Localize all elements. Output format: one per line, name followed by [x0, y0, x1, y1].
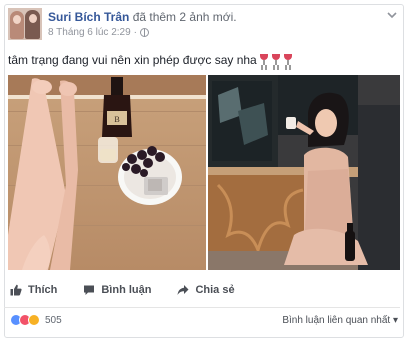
share-button[interactable]: Chia sẻ	[177, 284, 235, 296]
avatar[interactable]	[8, 8, 42, 40]
chevron-down-icon[interactable]	[386, 10, 398, 20]
wine-glass-icon	[271, 54, 281, 66]
share-label: Chia sẻ	[195, 284, 235, 296]
comment-button[interactable]: Bình luận	[83, 284, 151, 296]
share-icon	[177, 285, 189, 295]
post-photo-1[interactable]: B	[8, 75, 206, 270]
divider	[4, 307, 400, 308]
wow-reaction-icon	[28, 314, 40, 326]
wine-glass-icon	[259, 54, 269, 66]
comment-sort-dropdown[interactable]: Bình luận liên quan nhất ▾	[282, 315, 398, 326]
svg-text:B: B	[114, 115, 119, 124]
post-timestamp[interactable]: 8 Tháng 6 lúc 2:29	[48, 27, 131, 38]
like-label: Thích	[28, 284, 58, 296]
caret-down-icon: ▾	[392, 315, 398, 326]
comment-icon	[84, 285, 95, 295]
post-action-text: đã thêm 2 ảnh mới.	[129, 10, 237, 24]
post-actions: Thích Bình luận Chia sẻ	[10, 284, 261, 296]
post-header: Suri Bích Trân đã thêm 2 ảnh mới.	[48, 10, 237, 24]
post-photo-2[interactable]	[208, 75, 400, 270]
reaction-summary[interactable]: 505	[10, 314, 62, 326]
like-button[interactable]: Thích	[10, 284, 57, 296]
globe-icon[interactable]	[140, 28, 149, 37]
author-name[interactable]: Suri Bích Trân	[48, 10, 129, 24]
post-text: tâm trạng đang vui nên xin phép được say…	[8, 53, 293, 67]
meta-separator: ·	[133, 27, 137, 38]
comment-label: Bình luận	[101, 284, 152, 296]
post-message: tâm trạng đang vui nên xin phép được say…	[8, 53, 257, 67]
reaction-count: 505	[45, 314, 62, 326]
thumbs-up-icon	[10, 284, 22, 296]
comment-sort-label: Bình luận liên quan nhất	[282, 315, 391, 326]
post-meta: 8 Tháng 6 lúc 2:29 ·	[48, 27, 149, 38]
wine-glass-icon	[283, 54, 293, 66]
